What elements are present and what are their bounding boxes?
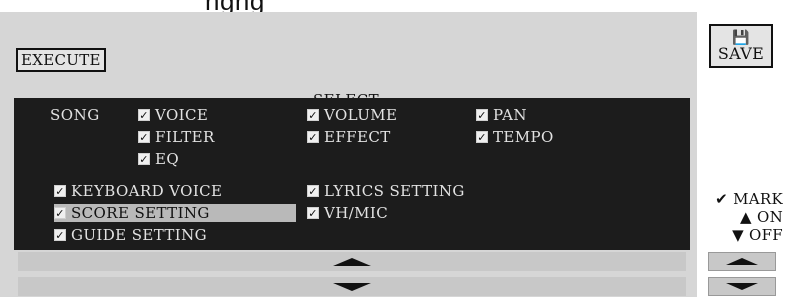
checkbox-checked-icon[interactable]: ✓ <box>54 229 66 241</box>
checkmark-icon: ✔ <box>715 190 729 208</box>
legend-off: ▼ OFF <box>732 226 783 244</box>
triangle-up-icon <box>333 257 371 266</box>
triangle-up-icon: ▲ <box>740 208 752 226</box>
triangle-down-icon: ▼ <box>732 226 744 244</box>
save-button[interactable]: 💾 SAVE <box>709 24 773 68</box>
song-item-voice[interactable]: ✓ VOICE <box>138 106 208 124</box>
cropped-header: ngng <box>0 0 787 12</box>
triangle-up-icon <box>726 258 758 265</box>
item-label: TEMPO <box>493 128 554 146</box>
song-item-eq[interactable]: ✓ EQ <box>138 150 179 168</box>
song-item-effect[interactable]: ✓ EFFECT <box>307 128 391 146</box>
item-guide-setting[interactable]: ✓ GUIDE SETTING <box>54 226 207 244</box>
item-label: VOLUME <box>324 106 398 124</box>
legend-on: ▲ ON <box>740 208 783 226</box>
checkbox-checked-icon[interactable]: ✓ <box>307 207 319 219</box>
item-keyboard-voice[interactable]: ✓ KEYBOARD VOICE <box>54 182 222 200</box>
item-score-setting[interactable]: ✓ SCORE SETTING <box>54 204 296 222</box>
item-label: PAN <box>493 106 527 124</box>
item-vh-mic[interactable]: ✓ VH/MIC <box>307 204 388 222</box>
scroll-up-button[interactable] <box>18 252 686 271</box>
item-label: VOICE <box>155 106 209 124</box>
side-down-button[interactable] <box>708 277 776 296</box>
triangle-down-icon <box>726 283 758 290</box>
item-label: KEYBOARD VOICE <box>71 182 223 200</box>
song-item-pan[interactable]: ✓ PAN <box>476 106 527 124</box>
side-panel: 💾 SAVE ✔ MARK ▲ ON ▼ OFF <box>697 12 787 297</box>
legend-off-label: OFF <box>748 226 783 244</box>
save-label: SAVE <box>717 43 765 63</box>
execute-button[interactable]: EXECUTE <box>16 48 106 72</box>
cropped-header-text: ngng <box>205 0 265 12</box>
item-label: FILTER <box>155 128 215 146</box>
checkbox-checked-icon[interactable]: ✓ <box>307 109 319 121</box>
scroll-down-button[interactable] <box>18 277 686 296</box>
legend-mark: ✔ MARK <box>715 190 783 208</box>
checkbox-checked-icon[interactable]: ✓ <box>476 109 488 121</box>
item-lyrics-setting[interactable]: ✓ LYRICS SETTING <box>307 182 465 200</box>
song-item-volume[interactable]: ✓ VOLUME <box>307 106 397 124</box>
checkbox-checked-icon[interactable]: ✓ <box>138 153 150 165</box>
item-label: LYRICS SETTING <box>324 182 465 200</box>
song-item-tempo[interactable]: ✓ TEMPO <box>476 128 554 146</box>
item-label: SCORE SETTING <box>71 204 210 222</box>
checkbox-checked-icon[interactable]: ✓ <box>476 131 488 143</box>
checkbox-checked-icon[interactable]: ✓ <box>54 185 66 197</box>
song-label: SONG <box>50 106 100 124</box>
item-label: GUIDE SETTING <box>71 226 208 244</box>
checkbox-checked-icon[interactable]: ✓ <box>138 109 150 121</box>
item-label: EFFECT <box>324 128 391 146</box>
legend-mark-label: MARK <box>733 190 783 208</box>
select-list: SONG ✓ VOICE ✓ VOLUME ✓ PAN ✓ FILTER ✓ E… <box>14 98 690 250</box>
checkbox-checked-icon[interactable]: ✓ <box>307 131 319 143</box>
side-up-button[interactable] <box>708 252 776 271</box>
song-item-filter[interactable]: ✓ FILTER <box>138 128 215 146</box>
triangle-down-icon <box>333 282 371 291</box>
item-label: VH/MIC <box>324 204 389 222</box>
checkbox-checked-icon[interactable]: ✓ <box>54 207 66 219</box>
floppy-disk-icon: 💾 <box>732 29 750 46</box>
legend-on-label: ON <box>756 208 783 226</box>
item-label: EQ <box>155 150 180 168</box>
checkbox-checked-icon[interactable]: ✓ <box>307 185 319 197</box>
checkbox-checked-icon[interactable]: ✓ <box>138 131 150 143</box>
